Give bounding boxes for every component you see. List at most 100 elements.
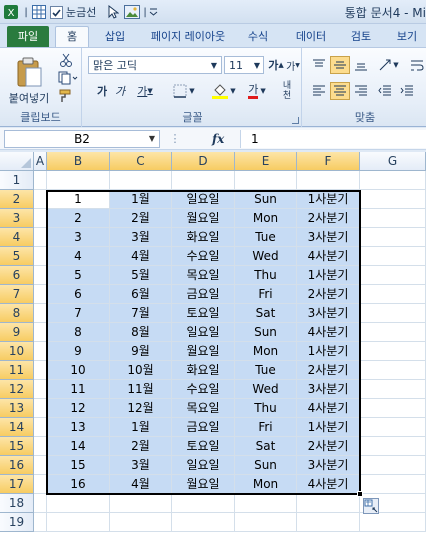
table-cell[interactable]: Wed (235, 247, 297, 266)
empty-cell[interactable] (360, 361, 426, 380)
table-cell[interactable]: 12월 (110, 399, 172, 418)
table-cell[interactable]: 16 (47, 475, 110, 494)
tab-file[interactable]: 파일 (7, 26, 49, 47)
pointer-icon[interactable] (106, 4, 120, 20)
shrink-font-icon[interactable]: 가 ▼ (286, 57, 300, 73)
fill-color-icon[interactable]: ▼ (208, 82, 240, 100)
empty-cell[interactable] (110, 171, 172, 190)
table-cell[interactable]: 5월 (110, 266, 172, 285)
row-header-14[interactable]: 14 (0, 418, 34, 437)
auto-fill-options-button[interactable] (363, 498, 379, 514)
format-painter-icon[interactable] (56, 88, 76, 104)
table-cell[interactable]: 6월 (110, 285, 172, 304)
table-cell[interactable]: 토요일 (172, 437, 235, 456)
empty-cell[interactable] (110, 494, 172, 513)
column-header-g[interactable]: G (360, 152, 426, 171)
table-cell[interactable]: 월요일 (172, 209, 235, 228)
align-right-icon[interactable] (352, 82, 370, 100)
table-cell[interactable]: 3월 (110, 228, 172, 247)
empty-cell[interactable] (34, 513, 47, 532)
empty-cell[interactable] (360, 437, 426, 456)
empty-cell[interactable] (297, 513, 360, 532)
empty-cell[interactable] (34, 437, 47, 456)
row-header-6[interactable]: 6 (0, 266, 34, 285)
empty-cell[interactable] (34, 266, 47, 285)
italic-icon[interactable]: 가 (112, 82, 128, 100)
empty-cell[interactable] (34, 475, 47, 494)
tab-home[interactable]: 홈 (55, 26, 89, 47)
row-header-4[interactable]: 4 (0, 228, 34, 247)
table-cell[interactable]: 10월 (110, 361, 172, 380)
align-bottom-icon[interactable] (352, 56, 370, 74)
empty-cell[interactable] (47, 171, 110, 190)
align-top-icon[interactable] (310, 56, 328, 74)
empty-cell[interactable] (235, 513, 297, 532)
dialog-launcher-icon[interactable] (292, 117, 299, 124)
formula-input[interactable]: 1 (240, 130, 426, 148)
empty-cell[interactable] (360, 266, 426, 285)
table-cell[interactable]: 일요일 (172, 190, 235, 209)
table-cell[interactable]: 2사분기 (297, 285, 360, 304)
row-header-3[interactable]: 3 (0, 209, 34, 228)
font-color-icon[interactable]: 가 ▼ (242, 82, 272, 100)
table-cell[interactable]: 월요일 (172, 475, 235, 494)
table-cell[interactable]: 3 (47, 228, 110, 247)
select-all-corner[interactable] (0, 152, 34, 171)
table-cell[interactable]: Mon (235, 209, 297, 228)
table-cell[interactable]: 1월 (110, 190, 172, 209)
table-cell[interactable]: Sun (235, 323, 297, 342)
table-cell[interactable]: 15 (47, 456, 110, 475)
table-cell[interactable]: 7 (47, 304, 110, 323)
table-cell[interactable]: 1사분기 (297, 342, 360, 361)
table-cell[interactable]: 13 (47, 418, 110, 437)
column-header-c[interactable]: C (110, 152, 172, 171)
table-cell[interactable]: 11 (47, 380, 110, 399)
empty-cell[interactable] (360, 285, 426, 304)
table-cell[interactable]: Sat (235, 304, 297, 323)
row-header-12[interactable]: 12 (0, 380, 34, 399)
tab-formulas[interactable]: 수식 (241, 27, 275, 47)
empty-cell[interactable] (47, 513, 110, 532)
row-header-7[interactable]: 7 (0, 285, 34, 304)
table-cell[interactable]: 금요일 (172, 285, 235, 304)
empty-cell[interactable] (360, 190, 426, 209)
tab-insert[interactable]: 삽입 (95, 27, 135, 47)
row-header-1[interactable]: 1 (0, 171, 34, 190)
empty-cell[interactable] (172, 494, 235, 513)
empty-cell[interactable] (360, 323, 426, 342)
table-cell[interactable]: 12 (47, 399, 110, 418)
empty-cell[interactable] (34, 247, 47, 266)
table-cell[interactable]: Mon (235, 475, 297, 494)
empty-cell[interactable] (235, 494, 297, 513)
empty-cell[interactable] (297, 171, 360, 190)
table-cell[interactable]: 4 (47, 247, 110, 266)
table-cell[interactable]: Sat (235, 437, 297, 456)
name-box[interactable]: B2 ▼ (4, 130, 160, 148)
empty-cell[interactable] (360, 513, 426, 532)
empty-cell[interactable] (360, 228, 426, 247)
table-cell[interactable]: 2월 (110, 209, 172, 228)
empty-cell[interactable] (172, 513, 235, 532)
empty-cell[interactable] (34, 342, 47, 361)
empty-cell[interactable] (360, 399, 426, 418)
grow-font-icon[interactable]: 가 ▲ (268, 57, 284, 73)
table-cell[interactable]: Fri (235, 285, 297, 304)
table-cell[interactable]: 2사분기 (297, 209, 360, 228)
table-cell[interactable]: 4사분기 (297, 399, 360, 418)
increase-indent-icon[interactable] (398, 82, 416, 100)
table-cell[interactable]: Sun (235, 190, 297, 209)
table-cell[interactable]: Tue (235, 228, 297, 247)
paste-button[interactable]: 붙여넣기 (6, 50, 52, 112)
empty-cell[interactable] (34, 380, 47, 399)
tab-page-layout[interactable]: 페이지 레이아웃 (143, 27, 233, 47)
align-middle-icon[interactable] (330, 56, 350, 74)
tab-view[interactable]: 보기 (390, 27, 424, 47)
table-cell[interactable]: 7월 (110, 304, 172, 323)
row-header-13[interactable]: 13 (0, 399, 34, 418)
table-cell[interactable]: 11월 (110, 380, 172, 399)
orientation-icon[interactable]: ▼ (376, 56, 402, 74)
table-cell[interactable]: Fri (235, 418, 297, 437)
table-cell[interactable]: Mon (235, 342, 297, 361)
align-left-icon[interactable] (310, 82, 328, 100)
empty-cell[interactable] (34, 361, 47, 380)
